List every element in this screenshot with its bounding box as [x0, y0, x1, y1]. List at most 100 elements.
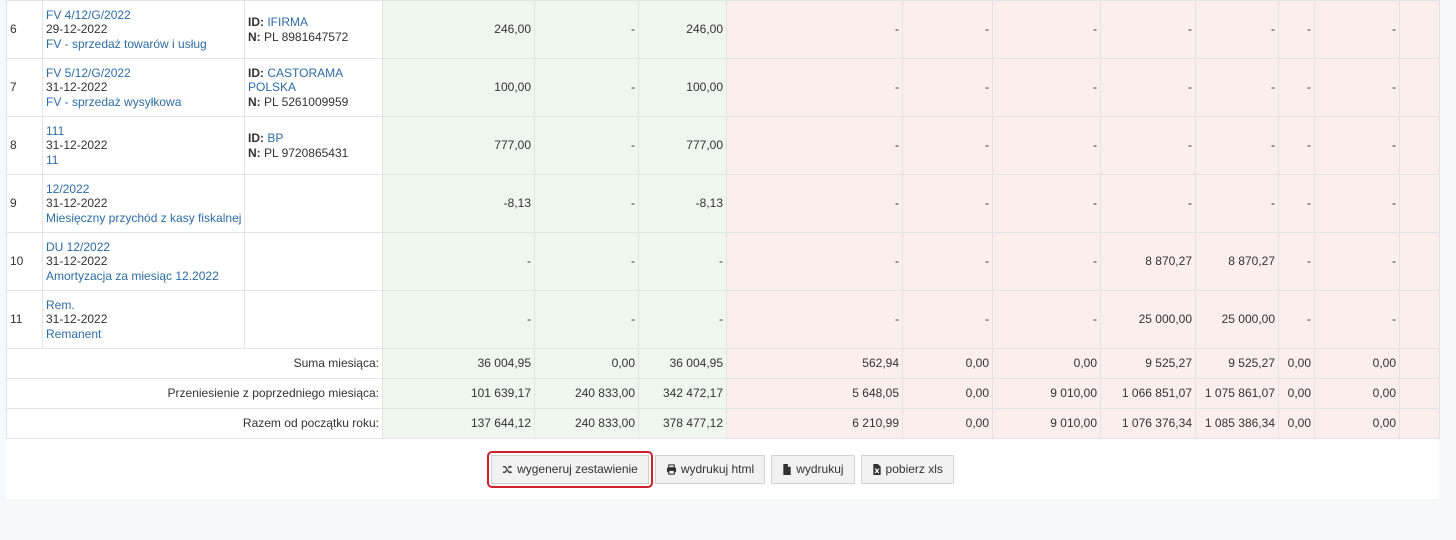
- amount-cell: 246,00: [638, 0, 727, 59]
- amount-cell: -: [1314, 0, 1400, 59]
- amount-cell: -: [1100, 0, 1196, 59]
- print-label: wydrukuj: [796, 462, 844, 476]
- amount-cell: -: [1278, 232, 1315, 291]
- summary-amount-cell: 9 010,00: [992, 408, 1101, 439]
- document-description-link[interactable]: FV - sprzedaż towarów i usług: [46, 37, 207, 51]
- summary-amount-cell: 0,00: [902, 408, 993, 439]
- document-number-link[interactable]: 12/2022: [46, 182, 89, 196]
- amount-cell: -: [1314, 232, 1400, 291]
- amount-cell: -: [1195, 174, 1279, 233]
- summary-amount-cell: 9 010,00: [992, 378, 1101, 409]
- document-number-link[interactable]: FV 5/12/G/2022: [46, 66, 131, 80]
- amount-cell: -: [534, 58, 639, 117]
- amount-cell: -: [902, 174, 993, 233]
- contractor-id-label: ID:: [248, 131, 264, 145]
- document-description-link[interactable]: Remanent: [46, 327, 101, 341]
- amount-cell: -: [1278, 0, 1315, 59]
- contractor-cell: [244, 290, 383, 349]
- summary-amount-cell: 36 004,95: [638, 348, 727, 379]
- printer-icon: [666, 464, 676, 475]
- amount-cell: -8,13: [638, 174, 727, 233]
- document-description-link[interactable]: 11: [46, 153, 58, 167]
- filler-cell: [1399, 116, 1440, 175]
- summary-amount-cell: 0,00: [1314, 348, 1400, 379]
- summary-amount-cell: 137 644,12: [382, 408, 535, 439]
- print-html-button[interactable]: wydrukuj html: [654, 455, 766, 484]
- summary-amount-cell: 101 639,17: [382, 378, 535, 409]
- summary-amount-cell: 0,00: [902, 348, 993, 379]
- document-cell: Rem. 31-12-2022 Remanent: [42, 290, 245, 349]
- amount-cell: -: [902, 0, 993, 59]
- document-description-link[interactable]: Miesięczny przychód z kasy fiskalnej: [46, 211, 241, 225]
- download-xls-button[interactable]: pobierz xls: [860, 455, 954, 484]
- amount-cell: -: [534, 290, 639, 349]
- amount-cell: -: [992, 290, 1101, 349]
- filler-cell: [1399, 290, 1440, 349]
- contractor-cell: ID: CASTORAMA POLSKA N: PL 5261009959: [244, 58, 383, 117]
- amount-cell: -: [1278, 290, 1315, 349]
- amount-cell: -: [534, 0, 639, 59]
- table-row: 11 Rem. 31-12-2022 Remanent - - - - - -25 000,00 2…: [6, 290, 1440, 349]
- contractor-name-link[interactable]: CASTORAMA: [267, 66, 343, 80]
- excel-file-icon: [872, 464, 881, 475]
- amount-cell: -: [1100, 116, 1196, 175]
- contractor-name-link[interactable]: IFIRMA: [267, 15, 308, 29]
- row-number: 9: [6, 174, 43, 233]
- document-cell: 111 31-12-2022 11: [42, 116, 245, 175]
- table-row: 7 FV 5/12/G/2022 31-12-2022 FV - sprzedaż w…: [6, 58, 1440, 117]
- table-row: 6 FV 4/12/G/2022 29-12-2022 FV - sprzedaż t…: [6, 0, 1440, 59]
- summary-amount-cell: 1 066 851,07: [1100, 378, 1196, 409]
- table-row: 9 12/2022 31-12-2022 Miesięczny przychód z …: [6, 174, 1440, 233]
- document-icon: [783, 464, 791, 475]
- summary-amount-cell: 342 472,17: [638, 378, 727, 409]
- contractor-name-continued-link[interactable]: POLSKA: [248, 80, 296, 94]
- amount-cell: -: [1278, 58, 1315, 117]
- generate-report-button[interactable]: wygeneruj zestawienie: [487, 451, 653, 488]
- row-number: 8: [6, 116, 43, 175]
- summary-amount-cell: 240 833,00: [534, 378, 639, 409]
- generate-report-label: wygeneruj zestawienie: [517, 462, 638, 476]
- amount-cell: -: [382, 232, 535, 291]
- amount-cell: -: [1314, 116, 1400, 175]
- amount-cell: -: [1314, 174, 1400, 233]
- document-description-link[interactable]: FV - sprzedaż wysyłkowa: [46, 95, 181, 109]
- amount-cell: 25 000,00: [1195, 290, 1279, 349]
- filler-cell: [1399, 58, 1440, 117]
- amount-cell: -: [902, 58, 993, 117]
- table-row: 8 111 31-12-2022 11 ID: BP N: PL 9720865431 77…: [6, 116, 1440, 175]
- amount-cell: -: [638, 290, 727, 349]
- summary-row: Suma miesiąca: 36 004,95 0,00 36 004,95 562,…: [6, 348, 1440, 379]
- amount-cell: -: [382, 290, 535, 349]
- document-date: 31-12-2022: [46, 254, 108, 269]
- summary-label: Razem od początku roku:: [6, 408, 383, 439]
- contractor-nip: PL 5261009959: [264, 94, 349, 109]
- row-number: 7: [6, 58, 43, 117]
- document-date: 29-12-2022: [46, 22, 108, 37]
- contractor-nip-label: N:: [248, 94, 261, 109]
- print-button[interactable]: wydrukuj: [771, 455, 855, 484]
- summary-amount-cell: 0,00: [992, 348, 1101, 379]
- document-number-link[interactable]: Rem.: [46, 298, 75, 312]
- row-number: 11: [6, 290, 43, 349]
- amount-cell: 8 870,27: [1195, 232, 1279, 291]
- contractor-nip: PL 8981647572: [264, 29, 349, 44]
- document-description-link[interactable]: Amortyzacja za miesiąc 12.2022: [46, 269, 219, 283]
- summary-amount-cell: 0,00: [902, 378, 993, 409]
- document-cell: FV 4/12/G/2022 29-12-2022 FV - sprzedaż to…: [42, 0, 245, 59]
- amount-cell: -: [1195, 58, 1279, 117]
- summary-amount-cell: 1 085 386,34: [1195, 408, 1279, 439]
- amount-cell: -: [534, 116, 639, 175]
- summary-amount-cell: 378 477,12: [638, 408, 727, 439]
- document-number-link[interactable]: DU 12/2022: [46, 240, 110, 254]
- filler-cell: [1399, 348, 1440, 379]
- document-number-link[interactable]: FV 4/12/G/2022: [46, 8, 131, 22]
- amount-cell: 246,00: [382, 0, 535, 59]
- document-cell: DU 12/2022 31-12-2022 Amortyzacja za miesi…: [42, 232, 245, 291]
- amount-cell: -: [902, 232, 993, 291]
- amount-cell: -: [902, 116, 993, 175]
- amount-cell: -: [1278, 116, 1315, 175]
- contractor-name-link[interactable]: BP: [267, 131, 283, 145]
- ledger-panel: 6 FV 4/12/G/2022 29-12-2022 FV - sprzedaż t…: [6, 0, 1440, 499]
- filler-cell: [1399, 408, 1440, 439]
- document-number-link[interactable]: 111: [46, 124, 64, 138]
